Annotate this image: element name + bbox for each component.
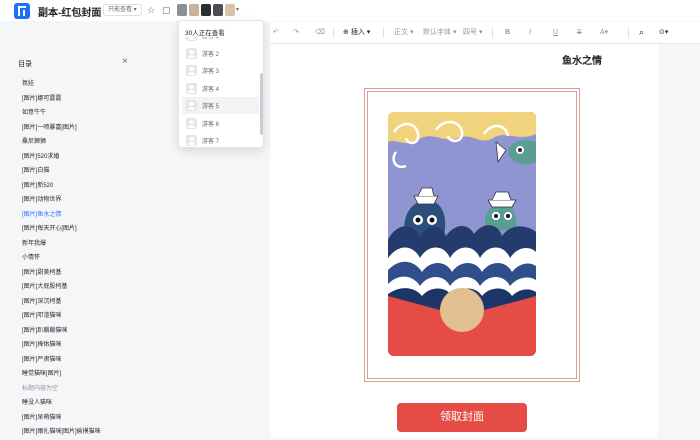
get-cover-button[interactable]: 领取封面 <box>397 403 527 432</box>
toolbar-divider <box>383 28 384 38</box>
viewer-row[interactable]: 游客 1 <box>182 37 259 44</box>
viewer-name: 游客 3 <box>202 69 220 75</box>
toc-item[interactable]: [图片]眼扎猫咪[图片]偷摸猫咪 <box>22 425 101 440</box>
toolbar-divider <box>628 28 629 38</box>
plus-circle-icon: ⊕ <box>343 29 349 36</box>
viewer-avatar[interactable] <box>225 4 235 16</box>
paragraph-style-select[interactable]: 正文 ▾ <box>394 27 413 38</box>
insert-button[interactable]: ⊕ 插入 ▾ <box>343 27 370 38</box>
viewer-name: 游客 1 <box>202 37 220 40</box>
viewer-avatar[interactable] <box>189 4 199 16</box>
search-icon[interactable]: ⌕ <box>639 27 644 38</box>
star-icon[interactable]: ☆ <box>147 4 155 16</box>
close-icon[interactable]: × <box>122 56 128 67</box>
toc-item[interactable]: [图片]叩渣猫咪 <box>22 309 101 324</box>
toolbar-divider <box>492 28 493 38</box>
user-avatar-icon <box>186 117 197 129</box>
viewer-avatar[interactable] <box>177 4 187 16</box>
location-pin-icon[interactable]: ⊙▾ <box>659 27 668 38</box>
viewers-count-title: 30人正在查看 <box>185 30 225 37</box>
toc-item[interactable]: 桑尼狮狮 <box>22 135 101 150</box>
font-family-select[interactable]: 默认字体 ▾ <box>423 27 456 38</box>
toc-item[interactable]: 新年我爆 <box>22 237 101 252</box>
document-title[interactable]: 副本-红包封面 <box>38 4 101 19</box>
toc-item[interactable]: 标题内容为空 <box>22 382 101 397</box>
viewer-avatar[interactable] <box>213 4 223 16</box>
viewer-name: 游客 7 <box>202 139 220 145</box>
eraser-icon[interactable]: ⌫ <box>315 27 325 38</box>
underline-button[interactable]: U <box>553 27 558 38</box>
undo-icon[interactable]: ↶ <box>273 27 279 38</box>
top-bar: 副本-红包封面 只能查看 ▾ ☆ ▢ ▾ <box>0 0 700 21</box>
toc-item[interactable]: [图片]趴躺躺猫咪 <box>22 324 101 339</box>
editor-toolbar: ↶ ↷ ⌫ ⊕ 插入 ▾ 正文 ▾ 默认字体 ▾ 四号 ▾ B I U S A▾… <box>270 22 700 44</box>
redo-icon[interactable]: ↷ <box>293 27 299 38</box>
toc-title: 目录 <box>18 61 32 68</box>
user-avatar-icon <box>186 82 197 94</box>
toc-item[interactable]: [图片]呆萌猫咪 <box>22 411 101 426</box>
user-avatar-icon <box>186 37 197 41</box>
font-family-value: 默认字体 <box>423 29 451 36</box>
toc-item[interactable]: [图片]新520 <box>22 179 101 194</box>
document-canvas: 鱼水之情 领取封面 <box>270 44 658 438</box>
user-avatar-icon <box>186 100 197 111</box>
paragraph-style-value: 正文 <box>394 29 408 36</box>
user-avatar-icon <box>186 135 197 146</box>
toc-item[interactable]: [图片]娜可露露 <box>22 92 101 107</box>
toc-item[interactable]: [图片]深沉柯基 <box>22 295 101 310</box>
toc-item[interactable]: [图片]甜美柯基 <box>22 266 101 281</box>
app-logo[interactable] <box>14 3 30 19</box>
viewer-name: 游客 6 <box>202 121 220 128</box>
user-avatar-icon <box>186 47 197 59</box>
right-margin <box>658 44 700 438</box>
avatar-more-icon[interactable]: ▾ <box>236 4 239 16</box>
toc-item[interactable]: [图片]一喷暴富[图片] <box>22 121 101 136</box>
viewer-row[interactable]: 游客 7 <box>182 132 259 147</box>
strikethrough-button[interactable]: S <box>577 27 582 38</box>
toc-item[interactable]: 氛娃 <box>22 77 101 92</box>
toc-item[interactable]: [图片]捧佑猫咪 <box>22 338 101 353</box>
viewer-name: 游客 4 <box>202 86 220 93</box>
user-avatar-icon <box>186 65 197 76</box>
toolbar-divider <box>333 28 334 38</box>
toc-item[interactable]: [图片]严肃猫咪 <box>22 353 101 368</box>
viewer-name: 游客 5 <box>202 104 220 110</box>
viewer-row[interactable]: 游客 5 <box>182 97 259 114</box>
section-heading: 鱼水之情 <box>562 56 602 67</box>
viewers-popover: 30人正在查看 游客 1 游客 2 游客 3 游客 4 游客 5 游客 6 游客 7 <box>178 20 264 148</box>
toc-item[interactable]: 睡觉猫咪[图片] <box>22 367 101 382</box>
bold-button[interactable]: B <box>505 27 510 38</box>
font-size-select[interactable]: 四号 ▾ <box>463 27 482 38</box>
viewer-row[interactable]: 游客 6 <box>182 115 259 132</box>
toc-item[interactable]: 睡没人猫咪 <box>22 396 101 411</box>
insert-label: 插入 <box>350 29 365 36</box>
viewer-name: 游客 2 <box>202 51 220 58</box>
italic-button[interactable]: I <box>529 27 531 38</box>
text-color-icon[interactable]: A▾ <box>600 27 608 38</box>
toc-item[interactable]: [图片]鱼水之情 <box>22 208 101 223</box>
toc-list: 氛娃 [图片]娜可露露 如意牛牛 [图片]一喷暴富[图片] 桑尼狮狮 [图片]520求婚[… <box>22 77 101 440</box>
viewer-row[interactable]: 游客 3 <box>182 62 259 79</box>
toc-item[interactable]: [图片]动物世界 <box>22 193 101 208</box>
toc-item[interactable]: [图片]白猫 <box>22 164 101 179</box>
font-size-value: 四号 <box>463 29 477 36</box>
viewer-list: 游客 1 游客 2 游客 3 游客 4 游客 5 游客 6 游客 7 <box>179 37 259 147</box>
viewer-row[interactable]: 游客 4 <box>182 80 259 97</box>
viewer-avatar[interactable] <box>201 4 211 16</box>
permission-dropdown[interactable]: 只能查看 ▾ <box>103 4 142 16</box>
toc-item[interactable]: [图片]大屁股柯基 <box>22 280 101 295</box>
toc-item[interactable]: [图片]520求婚 <box>22 150 101 165</box>
viewer-list-scrollbar[interactable] <box>260 73 263 135</box>
copy-icon[interactable]: ▢ <box>162 4 171 16</box>
toc-item[interactable]: 如意牛牛 <box>22 106 101 121</box>
viewer-row[interactable]: 游客 2 <box>182 45 259 62</box>
toc-item[interactable]: 小情怀 <box>22 251 101 266</box>
toc-item[interactable]: [图片]每天开心[图片] <box>22 222 101 237</box>
red-envelope-cover-image <box>388 112 536 356</box>
